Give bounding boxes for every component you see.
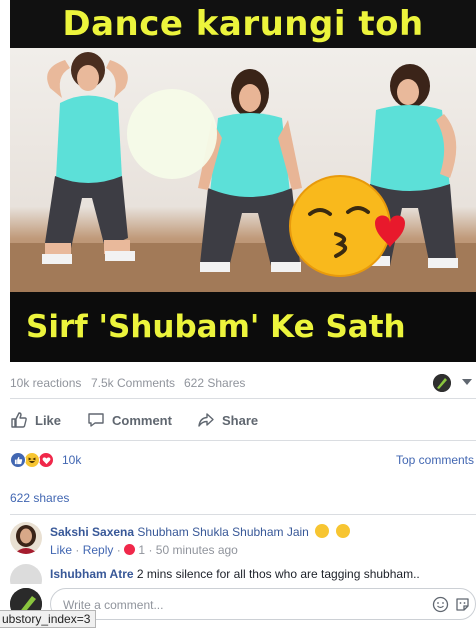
chevron-down-icon[interactable] bbox=[462, 379, 472, 385]
comment-text: 2 mins silence for all thos who are tagg… bbox=[136, 567, 420, 581]
comment-label: Comment bbox=[112, 412, 172, 428]
thumbs-up-icon bbox=[11, 412, 27, 428]
share-label: Share bbox=[222, 412, 259, 428]
dancers-illustration bbox=[10, 52, 476, 292]
comment-item: Ishubham Atre 2 mins silence for all tho… bbox=[10, 564, 476, 584]
haha-icon bbox=[24, 452, 40, 468]
avatar[interactable] bbox=[10, 522, 42, 554]
share-button[interactable]: Share bbox=[197, 404, 258, 436]
like-button[interactable]: Like bbox=[10, 404, 61, 436]
post-meta-row: 10k reactions 7.5k Comments 622 Shares bbox=[10, 376, 476, 392]
sticker-icon[interactable] bbox=[454, 596, 471, 613]
comment-button[interactable]: Comment bbox=[87, 404, 172, 436]
comment-like-link[interactable]: Like bbox=[50, 543, 72, 557]
comment-reaction-count[interactable]: 1 bbox=[138, 543, 145, 557]
dancer-left bbox=[42, 52, 135, 264]
meme-bottom-banner: Sirf 'Shubam' Ke Sath bbox=[10, 292, 476, 362]
comment-body: Sakshi Saxena Shubham Shukla Shubham Jai… bbox=[50, 524, 350, 540]
divider bbox=[10, 514, 476, 515]
meme-bottom-text: Sirf 'Shubam' Ke Sath bbox=[26, 309, 406, 345]
shares-count[interactable]: 622 Shares bbox=[184, 376, 245, 390]
tongue-emoji-icon bbox=[315, 524, 330, 538]
like-label: Like bbox=[35, 412, 62, 428]
love-icon bbox=[38, 452, 54, 468]
avatar[interactable] bbox=[10, 564, 42, 584]
dancer-middle bbox=[198, 69, 302, 272]
divider bbox=[10, 440, 476, 441]
reactions-count[interactable]: 10k reactions bbox=[10, 376, 81, 390]
comment-item: Sakshi Saxena Shubham Shukla Shubham Jai… bbox=[10, 522, 476, 560]
speech-bubble-icon bbox=[88, 413, 104, 427]
tongue-emoji-icon bbox=[335, 524, 350, 538]
love-icon bbox=[124, 544, 136, 555]
viewer-avatar-small[interactable] bbox=[433, 374, 451, 392]
post-image[interactable]: Dance karungi toh Sirf 'Shubam' Ke Sath bbox=[10, 0, 476, 362]
reactions-summary[interactable]: 10k Top comments bbox=[10, 450, 476, 470]
meme-top-banner: Dance karungi toh bbox=[10, 0, 476, 48]
comment-input[interactable]: Write a comment... bbox=[50, 588, 476, 620]
url-status-tooltip: ubstory_index=3 bbox=[0, 610, 97, 628]
comment-author[interactable]: Sakshi Saxena bbox=[50, 525, 134, 539]
comment-author[interactable]: Ishubham Atre bbox=[50, 567, 134, 581]
like-icon bbox=[10, 452, 26, 468]
share-arrow-icon bbox=[198, 413, 214, 427]
comment-actions: Like · Reply · 1 · 50 minutes ago bbox=[50, 543, 238, 557]
top-comments-filter[interactable]: Top comments bbox=[396, 453, 474, 467]
comment-tags[interactable]: Shubham Shukla Shubham Jain bbox=[137, 525, 308, 539]
reaction-total[interactable]: 10k bbox=[62, 453, 81, 467]
comment-reply-link[interactable]: Reply bbox=[83, 543, 114, 557]
meme-photo bbox=[10, 48, 476, 292]
divider bbox=[10, 398, 476, 399]
emoji-picker-icon[interactable] bbox=[432, 596, 449, 613]
comment-body: Ishubham Atre 2 mins silence for all tho… bbox=[50, 566, 420, 582]
meme-top-text: Dance karungi toh bbox=[62, 4, 424, 44]
shares-link[interactable]: 622 shares bbox=[10, 491, 69, 505]
comments-count[interactable]: 7.5k Comments bbox=[91, 376, 175, 390]
post-action-bar: Like Comment Share bbox=[10, 404, 476, 436]
pale-circle bbox=[127, 89, 217, 179]
comment-timestamp[interactable]: 50 minutes ago bbox=[156, 543, 238, 557]
